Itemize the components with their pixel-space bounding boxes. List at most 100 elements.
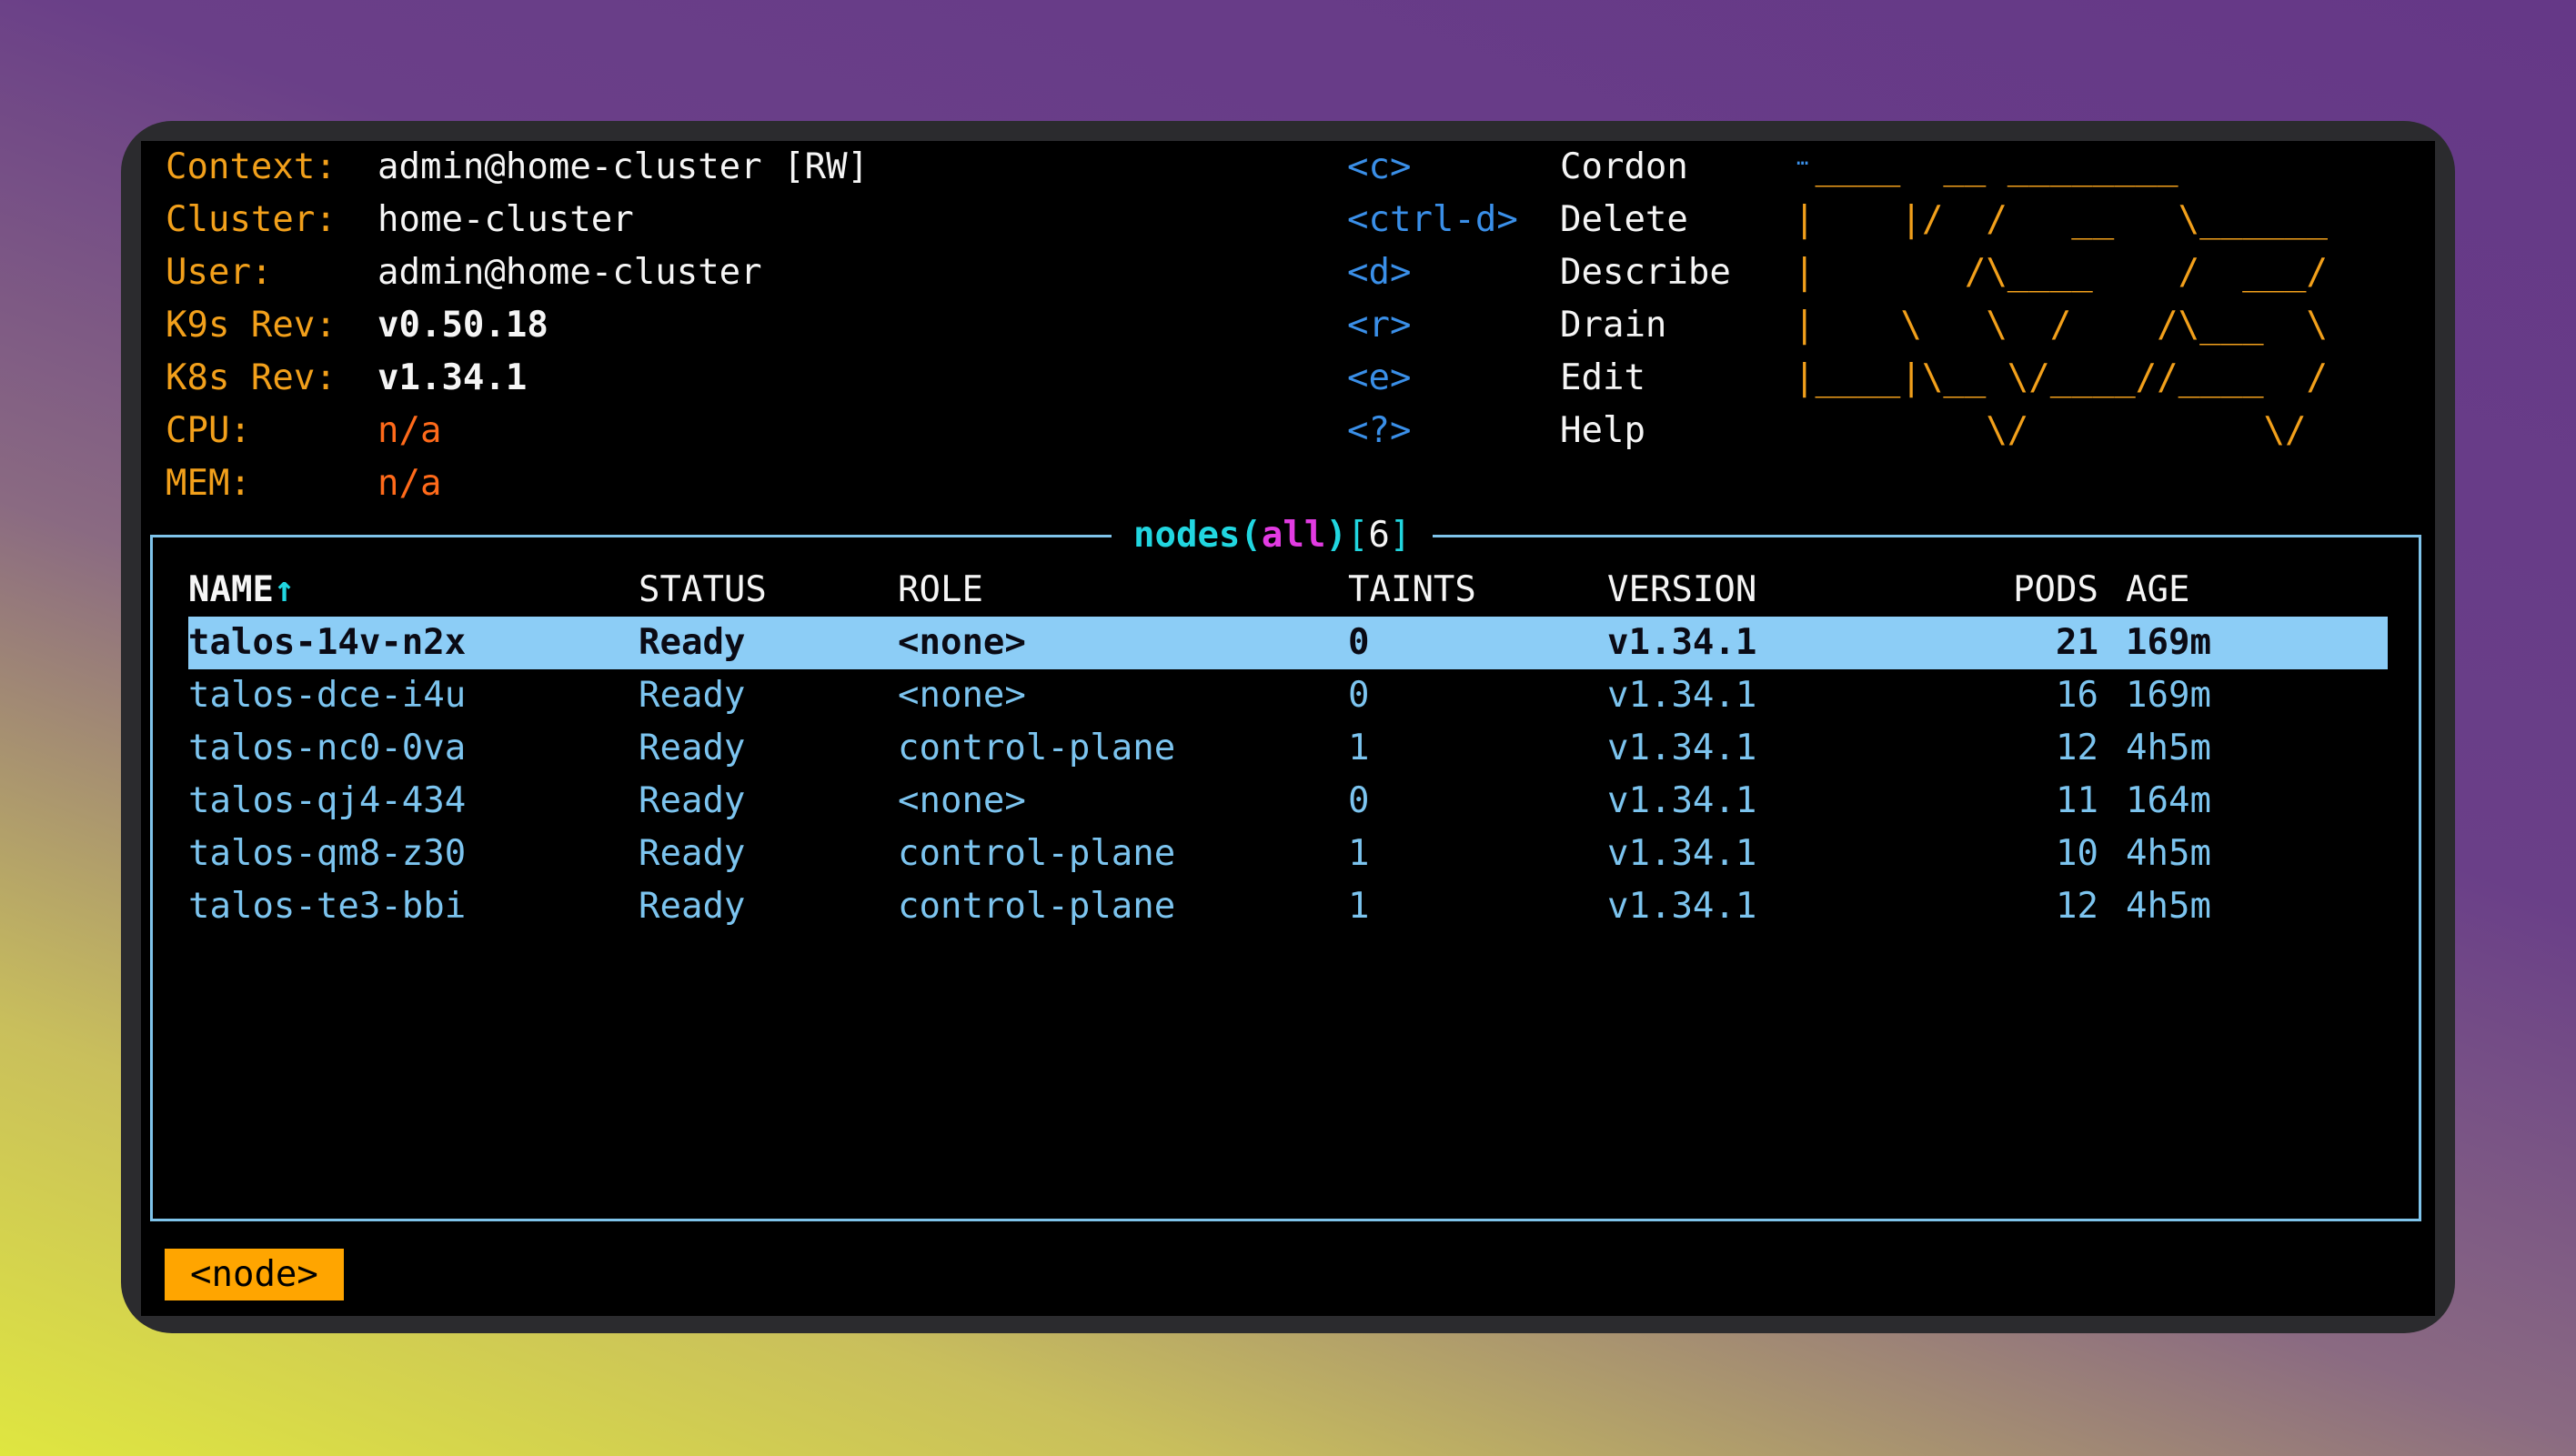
hotkey-drain-label: Drain xyxy=(1560,305,1667,346)
table-row[interactable]: talos-14v-n2x Ready <none> 0 v1.34.1 21 … xyxy=(188,617,2388,669)
table-row[interactable]: talos-dce-i4u Ready <none> 0 v1.34.1 16 … xyxy=(188,669,2388,722)
node-status: Ready xyxy=(639,886,746,927)
panel-count: 6 xyxy=(1368,515,1390,556)
hotkey-delete-key[interactable]: <ctrl-d> xyxy=(1347,194,1518,246)
node-status: Ready xyxy=(639,675,746,716)
table-row[interactable]: talos-qj4-434 Ready <none> 0 v1.34.1 11 … xyxy=(188,775,2388,828)
node-role: control-plane xyxy=(898,728,1176,768)
node-version: v1.34.1 xyxy=(1607,886,1757,927)
node-role: <none> xyxy=(898,622,1026,663)
node-name: talos-qj4-434 xyxy=(188,780,467,821)
node-role: control-plane xyxy=(898,886,1176,927)
sort-asc-icon: ↑ xyxy=(273,569,296,610)
node-taints: 1 xyxy=(1348,833,1370,874)
node-version: v1.34.1 xyxy=(1607,728,1757,768)
node-age: 164m xyxy=(2126,780,2211,821)
hotkey-help-label: Help xyxy=(1560,410,1645,451)
column-role-header[interactable]: ROLE xyxy=(898,564,983,617)
node-version: v1.34.1 xyxy=(1607,622,1757,663)
column-version-header[interactable]: VERSION xyxy=(1607,564,1756,617)
node-pods: 11 xyxy=(2056,780,2098,821)
node-age: 4h5m xyxy=(2126,886,2211,927)
info-label-mem: MEM: xyxy=(166,463,251,504)
info-label-k9s-rev: K9s Rev: xyxy=(166,305,337,346)
info-value-context: admin@home-cluster [RW] xyxy=(377,146,870,187)
info-label-context: Context: xyxy=(166,146,337,187)
node-pods: 16 xyxy=(2056,675,2098,716)
logo-line: ____ __ ________ xyxy=(1794,146,2328,187)
info-value-mem: n/a xyxy=(377,463,442,504)
node-pods: 10 xyxy=(2056,833,2098,874)
info-value-cpu: n/a xyxy=(377,410,442,451)
node-name: talos-te3-bbi xyxy=(188,886,467,927)
column-age-header[interactable]: AGE xyxy=(2126,564,2189,617)
hotkey-drain-key[interactable]: <r> xyxy=(1347,299,1411,352)
node-role: control-plane xyxy=(898,833,1176,874)
panel-count-close: ] xyxy=(1389,515,1412,556)
node-age: 169m xyxy=(2126,675,2211,716)
breadcrumb-node[interactable]: <node> xyxy=(165,1249,344,1300)
logo-line: \/ \/ xyxy=(1794,410,2328,451)
hotkey-edit-key[interactable]: <e> xyxy=(1347,352,1411,405)
node-version: v1.34.1 xyxy=(1607,833,1757,874)
node-version: v1.34.1 xyxy=(1607,675,1757,716)
node-role: <none> xyxy=(898,675,1026,716)
panel-namespace: all xyxy=(1261,515,1326,556)
hotkey-describe-key[interactable]: <d> xyxy=(1347,246,1411,299)
node-name: talos-14v-n2x xyxy=(188,622,467,663)
info-value-user: admin@home-cluster xyxy=(377,252,762,293)
info-value-cluster: home-cluster xyxy=(377,199,634,240)
info-value-k8s-rev: v1.34.1 xyxy=(377,357,528,398)
node-name: talos-nc0-0va xyxy=(188,728,467,768)
table-row[interactable]: talos-nc0-0va Ready control-plane 1 v1.3… xyxy=(188,722,2388,775)
node-taints: 1 xyxy=(1348,886,1370,927)
node-version: v1.34.1 xyxy=(1607,780,1757,821)
node-name: talos-qm8-z30 xyxy=(188,833,467,874)
table-row[interactable]: talos-qm8-z30 Ready control-plane 1 v1.3… xyxy=(188,828,2388,880)
table-header: NAME↑ STATUS ROLE TAINTS VERSION PODS AG… xyxy=(188,564,2388,617)
hotkey-help-key[interactable]: <?> xyxy=(1347,405,1411,457)
node-pods: 12 xyxy=(2056,728,2098,768)
hotkey-cordon-label: Cordon xyxy=(1560,146,1688,187)
hotkey-edit-label: Edit xyxy=(1560,357,1645,398)
hotkey-cordon-key[interactable]: <c> xyxy=(1347,141,1411,194)
column-name-label: NAME xyxy=(188,569,274,610)
node-taints: 0 xyxy=(1348,675,1370,716)
node-status: Ready xyxy=(639,833,746,874)
column-name-header[interactable]: NAME↑ xyxy=(188,564,295,617)
info-label-cpu: CPU: xyxy=(166,410,251,451)
logo-line: |____|\__ \/____//____ / xyxy=(1794,357,2328,398)
node-age: 4h5m xyxy=(2126,728,2211,768)
info-value-k9s-rev: v0.50.18 xyxy=(377,305,548,346)
logo-line: | |/ / __ \______ xyxy=(1794,199,2328,240)
info-label-user: User: xyxy=(166,252,273,293)
node-status: Ready xyxy=(639,780,746,821)
table-row[interactable]: talos-te3-bbi Ready control-plane 1 v1.3… xyxy=(188,880,2388,933)
k9s-logo: ____ __ ________ | |/ / __ \______ | /\_… xyxy=(1794,141,2328,457)
node-status: Ready xyxy=(639,728,746,768)
column-taints-header[interactable]: TAINTS xyxy=(1348,564,1476,617)
node-role: <none> xyxy=(898,780,1026,821)
node-taints: 1 xyxy=(1348,728,1370,768)
node-pods: 21 xyxy=(2056,622,2098,663)
panel-resource: nodes xyxy=(1133,515,1241,556)
column-status-header[interactable]: STATUS xyxy=(639,564,767,617)
logo-line: | \ \ / /\___ \ xyxy=(1794,305,2328,346)
logo-line: | /\____ / ___/ xyxy=(1794,252,2328,293)
column-pods-header[interactable]: PODS xyxy=(1998,564,2098,617)
node-age: 4h5m xyxy=(2126,833,2211,874)
hotkey-describe-label: Describe xyxy=(1560,252,1731,293)
panel-close-paren: ) xyxy=(1325,515,1347,556)
node-status: Ready xyxy=(639,622,746,663)
info-label-k8s-rev: K8s Rev: xyxy=(166,357,337,398)
node-age: 169m xyxy=(2126,622,2211,663)
node-taints: 0 xyxy=(1348,780,1370,821)
info-label-cluster: Cluster: xyxy=(166,199,337,240)
hotkey-delete-label: Delete xyxy=(1560,199,1688,240)
node-name: talos-dce-i4u xyxy=(188,675,467,716)
node-taints: 0 xyxy=(1348,622,1370,663)
panel-count-open: [ xyxy=(1346,515,1369,556)
panel-open-paren: ( xyxy=(1240,515,1262,556)
node-pods: 12 xyxy=(2056,886,2098,927)
panel-title: nodes(all)[6] xyxy=(1112,509,1434,562)
